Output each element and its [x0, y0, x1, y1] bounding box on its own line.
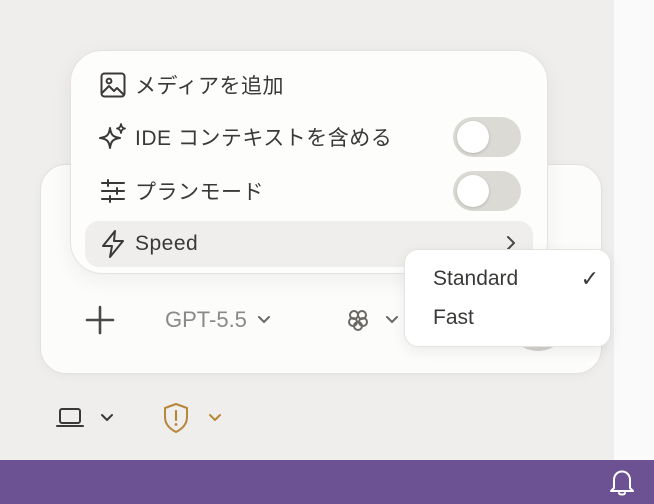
permissions-selector[interactable] [162, 398, 222, 438]
menu-item-label: IDE コンテキストを含める [135, 127, 393, 150]
chevron-down-icon [257, 316, 270, 323]
menu-item-ide-context[interactable]: IDE コンテキストを含める [85, 114, 533, 160]
menu-item-label: プランモード [135, 181, 264, 204]
sliders-icon [97, 175, 129, 207]
status-bar [0, 460, 654, 504]
menu-item-add-media[interactable]: メディアを追加 [85, 62, 533, 108]
menu-item-label: メディアを追加 [135, 75, 285, 98]
speed-option-fast[interactable]: Fast [433, 303, 593, 333]
bell-icon [610, 470, 634, 496]
chevron-down-icon [101, 414, 113, 421]
model-selector[interactable]: GPT-5.5 [165, 303, 271, 337]
menu-item-label: Speed [135, 232, 199, 255]
ide-context-toggle[interactable] [453, 117, 521, 157]
toggle-knob [457, 175, 489, 207]
model-label: GPT-5.5 [165, 307, 247, 332]
toggle-knob [457, 121, 489, 153]
add-button[interactable] [83, 303, 117, 337]
option-label: Fast [433, 306, 474, 329]
speed-submenu: Standard ✓ Fast [404, 249, 611, 347]
side-panel-edge [614, 0, 654, 460]
brain-icon [348, 310, 368, 331]
menu-item-plan-mode[interactable]: プランモード [85, 168, 533, 214]
plan-mode-toggle[interactable] [453, 171, 521, 211]
environment-controls [0, 398, 614, 438]
plus-icon [85, 305, 115, 335]
environment-selector[interactable] [56, 398, 114, 438]
chevron-down-icon [209, 414, 221, 421]
sparkle-icon [97, 121, 129, 153]
option-label: Standard [433, 267, 519, 290]
speed-option-standard[interactable]: Standard ✓ [433, 264, 599, 294]
lightning-icon [97, 228, 129, 260]
checkmark-icon: ✓ [580, 266, 599, 291]
shield-alert-icon [164, 403, 188, 433]
add-context-menu: メディアを追加 IDE コンテキストを含める プランモード Speed [70, 50, 548, 274]
laptop-icon [56, 408, 84, 427]
image-icon [97, 69, 129, 101]
chevron-down-icon [386, 316, 398, 323]
reasoning-selector[interactable] [345, 303, 399, 337]
notifications-button[interactable] [606, 466, 638, 498]
